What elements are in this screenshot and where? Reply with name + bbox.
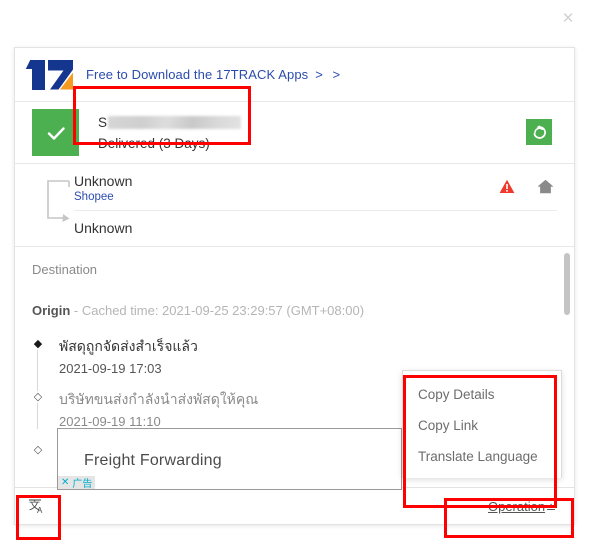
menu-item-copy-link[interactable]: Copy Link bbox=[403, 410, 561, 441]
status-check-icon bbox=[32, 109, 79, 156]
status-row: S Delivered (3 Days) bbox=[15, 86, 574, 164]
tracking-number: S bbox=[98, 114, 574, 131]
refresh-button[interactable] bbox=[526, 119, 552, 145]
timeline-connector bbox=[37, 344, 38, 429]
status-text-block: S Delivered (3 Days) bbox=[98, 114, 574, 151]
tracking-number-visible: S bbox=[98, 115, 108, 130]
destination-heading: Destination bbox=[32, 262, 98, 277]
ad-title: Freight Forwarding bbox=[84, 452, 222, 469]
chevron-right-icon: > > bbox=[315, 67, 344, 82]
operation-link[interactable]: Operation ▲ bbox=[488, 499, 555, 514]
advertisement-panel[interactable]: Freight Forwarding ✕ 广告 bbox=[57, 428, 402, 490]
chevron-up-icon: ▲ bbox=[547, 500, 555, 510]
close-icon: ✕ bbox=[61, 477, 70, 488]
scrollbar[interactable] bbox=[564, 251, 570, 473]
route-bracket-icon bbox=[32, 164, 74, 246]
cached-time-label: - Cached time: 2021-09-25 23:29:57 (GMT+… bbox=[73, 303, 365, 318]
tracking-number-redaction bbox=[108, 116, 242, 129]
translate-icon[interactable]: 文 A bbox=[25, 494, 51, 518]
ad-close-button[interactable]: ✕ 广告 bbox=[58, 476, 96, 490]
card-footer: 文 A Operation ▲ bbox=[15, 487, 574, 524]
timeline-event-title: พัสดุถูกจัดส่งสำเร็จแล้ว bbox=[59, 338, 198, 354]
route-destination-name: Unknown bbox=[74, 220, 133, 236]
route-row: Unknown Shopee Unknown bbox=[15, 164, 574, 247]
scrollbar-thumb[interactable] bbox=[564, 253, 570, 315]
home-icon[interactable] bbox=[537, 179, 554, 199]
origin-heading-row: Origin - Cached time: 2021-09-25 23:29:5… bbox=[32, 277, 557, 318]
delivery-status-label: Delivered (3 Days) bbox=[98, 136, 210, 151]
origin-heading: Origin bbox=[32, 303, 71, 318]
warning-triangle-icon[interactable] bbox=[499, 179, 515, 199]
route-carrier-link[interactable]: Shopee bbox=[74, 191, 499, 203]
menu-item-copy-details[interactable]: Copy Details bbox=[403, 379, 561, 410]
svg-text:A: A bbox=[37, 506, 43, 515]
hollow-diamond-icon: ◇ bbox=[32, 390, 44, 403]
route-origin-block: Unknown Shopee bbox=[74, 164, 557, 211]
solid-diamond-icon: ◆ bbox=[32, 337, 44, 350]
route-origin-name: Unknown bbox=[74, 173, 133, 189]
promo-text: Free to Download the 17TRACK Apps bbox=[86, 67, 309, 82]
hollow-diamond-icon: ◇ bbox=[32, 443, 44, 456]
seventeen-track-logo-icon bbox=[32, 59, 74, 91]
menu-item-translate-language[interactable]: Translate Language bbox=[403, 441, 561, 472]
close-icon[interactable]: × bbox=[554, 4, 582, 32]
ad-label: 广告 bbox=[72, 479, 93, 490]
operation-context-menu: Copy Details Copy Link Translate Languag… bbox=[402, 370, 562, 478]
promo-banner[interactable]: Free to Download the 17TRACK Apps > > bbox=[15, 48, 574, 102]
operation-label: Operation bbox=[487, 498, 546, 514]
